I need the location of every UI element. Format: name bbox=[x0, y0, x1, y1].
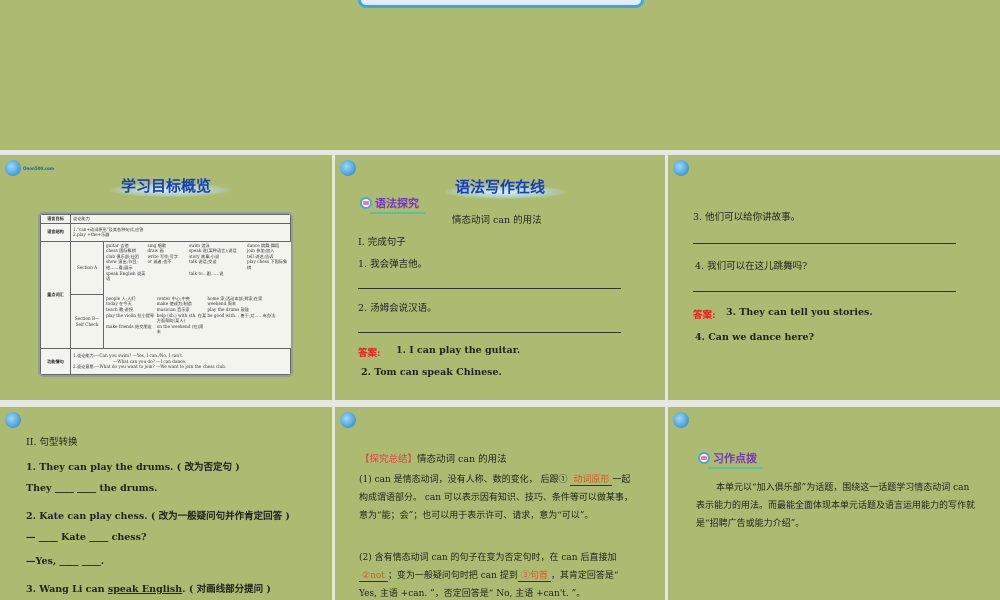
question-1: 1. 我会弹吉他。 bbox=[358, 259, 428, 270]
vocab-word: help (sb.) with sth. 在某方面帮助(某人) bbox=[156, 312, 207, 324]
vocab-word: play the violin 拉小提琴 bbox=[106, 312, 155, 318]
question-3: 3. 他们可以给你讲故事。 bbox=[693, 212, 801, 223]
summary-point-1: (1) can 是情态动词，没有人称、数的变化， 后跟① 动词原形 一起构成谓语部… bbox=[359, 475, 633, 521]
answer-4: 4. Can we dance here? bbox=[695, 332, 815, 343]
question-2: 2. 汤姆会说汉语。 bbox=[358, 303, 437, 314]
summary-heading: 【探究总结】情态动词 can 的用法 bbox=[360, 454, 507, 465]
vocab-word: show 演出;节目;给……看;展示 bbox=[106, 259, 138, 270]
item-2-blank: — ____ Kate ____ chess? bbox=[26, 532, 147, 543]
logo-text: Onon500.com bbox=[23, 165, 54, 171]
section-heading: II. 句型转换 bbox=[26, 437, 78, 448]
answer-1: 1. I can play the guitar. bbox=[396, 345, 521, 356]
slide-title: 学习目标概览 bbox=[120, 177, 211, 195]
item-1: 1. They can play the drums. ( 改为否定句 ) bbox=[26, 462, 240, 473]
vocab-word: play chess 下国际象棋 bbox=[247, 259, 288, 270]
badge-icon bbox=[360, 197, 372, 209]
logo: Onon500.com bbox=[5, 160, 54, 176]
answer-2: 2. Tom can speak Chinese. bbox=[361, 367, 502, 378]
logo bbox=[673, 160, 689, 176]
slide-title: 语法写作在线 bbox=[454, 178, 545, 196]
item-2: 2. Kate can play chess. ( 改为一般疑问句并作肯定回答 … bbox=[26, 511, 290, 522]
vocab-word: make friends 结交朋友 bbox=[106, 323, 152, 329]
logo bbox=[5, 412, 21, 428]
summary-point-2: (2) 含有情态动词 can 的句子在变为否定句时，在 can 后直接加 ②no… bbox=[359, 553, 619, 599]
writing-badge: 习作点拨 bbox=[698, 450, 763, 469]
item-1-blank: They ____ ____ the drums. bbox=[26, 483, 158, 494]
vocab-word bbox=[147, 271, 188, 282]
goals-table: 语言目标 谈论能力 语言结构 1."can+动词原形"及其各种句式,应答 2.play… bbox=[38, 212, 293, 377]
badge-icon bbox=[698, 452, 710, 464]
logo bbox=[673, 412, 689, 428]
item-3: 3. Wang Li can speak English. ( 对画线部分提问 … bbox=[26, 584, 271, 595]
writing-tip-text: 本单元以“加入俱乐部”为话题，围绕这一话题学习情态动词 can 表示能力的用法。… bbox=[696, 483, 976, 529]
vocab-word: talk 说话;交谈 bbox=[188, 259, 217, 265]
slide-grammar[interactable]: 语法写作在线 语法探究 情态动词 can 的用法 I. 完成句子 1. 我会弹吉… bbox=[335, 155, 665, 400]
slide-top[interactable] bbox=[0, 0, 1000, 150]
answer-line[interactable] bbox=[358, 332, 621, 333]
vocab-word: be good with… 善于;对……有办法 bbox=[207, 312, 276, 318]
title-banner bbox=[358, 0, 644, 8]
vocab-word: talk to…跟……说 bbox=[188, 270, 224, 276]
vocab-word: or 或者;也不 bbox=[147, 259, 172, 265]
logo bbox=[340, 160, 356, 176]
logo bbox=[340, 412, 356, 428]
vocab-word: speak English 说英语 bbox=[106, 270, 146, 282]
section-heading: I. 完成句子 bbox=[358, 237, 406, 248]
question-4: 4. 我们可以在这儿跳舞吗? bbox=[695, 261, 808, 272]
slide-transform[interactable]: II. 句型转换 1. They can play the drums. ( 改… bbox=[0, 407, 332, 600]
grammar-badge: 语法探究 bbox=[360, 195, 425, 214]
slide-writing-tips[interactable]: 习作点拨 本单元以“加入俱乐部”为话题，围绕这一话题学习情态动词 can 表示能… bbox=[668, 407, 1000, 600]
slide-summary[interactable]: 【探究总结】情态动词 can 的用法 (1) can 是情态动词，没有人称、数的… bbox=[335, 407, 665, 600]
slide-learning-goals[interactable]: Onon500.com 学习目标概览 语言目标 谈论能力 语言结构 1."can+动… bbox=[0, 155, 332, 400]
answer-label: 答案: bbox=[693, 310, 716, 321]
item-2-answer: —Yes, ____ ____. bbox=[26, 556, 105, 567]
subtitle: 情态动词 can 的用法 bbox=[452, 215, 542, 226]
answer-line[interactable] bbox=[693, 243, 956, 244]
answer-3: 3. They can tell you stories. bbox=[726, 307, 873, 318]
slide-sentences[interactable]: 3. 他们可以给你讲故事。 4. 我们可以在这儿跳舞吗? 答案: 3. They… bbox=[668, 155, 1000, 400]
vocab-word: on the weekend (在)周末 bbox=[156, 323, 204, 335]
answer-line[interactable] bbox=[693, 291, 956, 292]
answer-label: 答案: bbox=[358, 348, 381, 359]
answer-line[interactable] bbox=[358, 288, 621, 289]
